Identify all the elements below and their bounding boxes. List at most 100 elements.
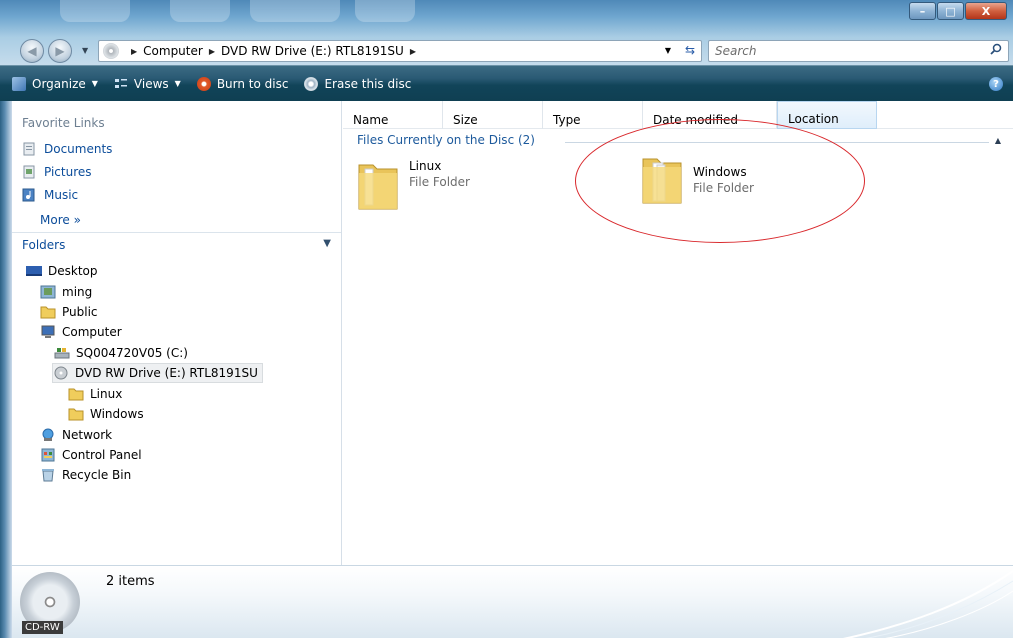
views-button[interactable]: Views ▼	[114, 77, 181, 91]
tree-item-dvd-drive[interactable]: DVD RW Drive (E:) RTL8191SU	[52, 363, 263, 383]
favorite-links-header: Favorite Links	[22, 116, 105, 130]
views-label: Views	[133, 76, 169, 91]
search-box	[708, 40, 1009, 62]
music-icon	[22, 188, 35, 202]
views-icon	[114, 78, 127, 88]
erase-disc-label: Erase this disc	[324, 76, 412, 91]
folder-icon	[358, 164, 398, 210]
tree-item-network[interactable]: Network	[40, 425, 112, 445]
tree-item-public[interactable]: Public	[40, 302, 98, 322]
recent-pages-chevron-down-icon[interactable]: ▼	[82, 46, 88, 55]
column-header-location[interactable]: Location	[777, 101, 877, 129]
drive-label: CD-RW	[22, 621, 63, 634]
file-type: File Folder	[409, 175, 470, 189]
address-row: ◀ ▶ ▼ ▶ Computer ▶ DVD RW Drive (E:) RTL…	[0, 37, 1013, 65]
tree-item-computer[interactable]: Computer	[40, 322, 122, 342]
details-pane: CD-RW 2 items	[12, 565, 1013, 638]
burn-disc-icon	[196, 76, 211, 91]
breadcrumb-dvd-drive[interactable]: DVD RW Drive (E:) RTL8191SU	[221, 44, 404, 58]
folder-icon	[68, 388, 84, 401]
tree-item-label: Windows	[90, 407, 144, 421]
cd-rw-drive-icon: CD-RW	[20, 572, 80, 638]
tree-item-c-drive[interactable]: SQ004720V05 (C:)	[54, 343, 188, 363]
tree-item-ming[interactable]: ming	[40, 282, 92, 302]
red-annotation-circle	[575, 119, 865, 243]
close-icon: X	[981, 4, 991, 18]
file-item-linux[interactable]: Linux File Folder	[357, 159, 470, 211]
minimize-button[interactable]: –	[909, 2, 936, 20]
organize-icon	[12, 76, 26, 91]
tree-item-label: Control Panel	[62, 448, 142, 462]
decorative-swoosh	[843, 570, 1013, 638]
erase-disc-button[interactable]: Erase this disc	[304, 76, 412, 91]
network-icon	[42, 428, 54, 441]
dvd-drive-icon	[54, 366, 68, 380]
collapse-chevron-up-icon[interactable]: ▲	[995, 136, 1001, 145]
window-left-frame	[0, 101, 12, 638]
erase-disc-icon	[304, 76, 319, 91]
chevron-down-icon: ▼	[174, 79, 181, 88]
tree-item-control-panel[interactable]: Control Panel	[40, 445, 142, 465]
favorite-link-documents[interactable]: Documents	[22, 142, 112, 156]
refresh-icon[interactable]: ⇆	[685, 43, 695, 57]
breadcrumb-computer[interactable]: Computer	[143, 44, 203, 58]
favorite-link-music[interactable]: Music	[22, 188, 78, 202]
breadcrumb-chevron-icon[interactable]: ▶	[131, 47, 137, 56]
desktop-icon	[26, 266, 42, 276]
favorite-link-label: Pictures	[44, 165, 92, 179]
column-header-type[interactable]: Type	[543, 101, 643, 129]
address-bar[interactable]: ▶ Computer ▶ DVD RW Drive (E:) RTL8191SU…	[98, 40, 702, 62]
tree-item-label: Computer	[62, 325, 122, 339]
tree-item-label: Recycle Bin	[62, 468, 132, 482]
computer-icon	[41, 325, 55, 338]
address-history-chevron-down-icon[interactable]: ▼	[665, 46, 671, 55]
tree-item-label: SQ004720V05 (C:)	[76, 346, 188, 360]
column-header-name[interactable]: Name	[343, 101, 443, 129]
maximize-icon: □	[945, 4, 956, 18]
burn-to-disc-button[interactable]: Burn to disc	[196, 76, 289, 91]
tree-item-windows[interactable]: Windows	[68, 404, 144, 424]
organize-button[interactable]: Organize ▼	[12, 76, 98, 91]
tree-item-label: ming	[62, 285, 93, 299]
maximize-button[interactable]: □	[937, 2, 964, 20]
glass-decoration	[250, 0, 340, 22]
breadcrumb-chevron-icon[interactable]: ▶	[410, 47, 416, 56]
favorite-link-label: Music	[44, 188, 79, 202]
file-list-pane: Name Size Type Date modified Location Fi…	[343, 101, 1013, 565]
navigation-pane: Favorite Links Documents Pictures Music …	[12, 101, 342, 565]
tree-item-recycle-bin[interactable]: Recycle Bin	[40, 465, 131, 485]
control-panel-icon	[41, 448, 55, 462]
forward-button[interactable]: ▶	[48, 39, 72, 63]
tree-item-label: Public	[62, 305, 98, 319]
hard-drive-icon	[54, 348, 70, 359]
folder-icon	[68, 408, 84, 421]
tree-item-desktop[interactable]: Desktop	[26, 261, 98, 281]
pictures-icon	[23, 165, 35, 179]
column-header-size[interactable]: Size	[443, 101, 543, 129]
close-button[interactable]: X	[965, 2, 1007, 20]
minimize-icon: –	[919, 4, 926, 18]
folders-header[interactable]: Folders ▼	[12, 232, 341, 256]
tree-item-linux[interactable]: Linux	[68, 384, 122, 404]
help-icon[interactable]: ?	[989, 77, 1003, 91]
glass-decoration	[170, 0, 230, 22]
burn-to-disc-label: Burn to disc	[216, 76, 289, 91]
item-count: 2 items	[106, 574, 155, 589]
tree-item-label: Linux	[90, 387, 123, 401]
favorite-link-pictures[interactable]: Pictures	[22, 165, 92, 179]
more-links[interactable]: More »	[40, 213, 81, 227]
glass-decoration	[60, 0, 130, 22]
glass-decoration	[355, 0, 415, 22]
search-icon[interactable]	[990, 43, 1002, 55]
dvd-drive-icon	[103, 43, 119, 59]
forward-arrow-icon: ▶	[55, 44, 65, 58]
file-item-text: Linux File Folder	[409, 159, 470, 189]
command-toolbar: Organize ▼ Views ▼ Burn to disc Erase th…	[0, 65, 1013, 101]
group-header[interactable]: Files Currently on the Disc (2)	[357, 133, 535, 147]
search-input[interactable]	[715, 41, 975, 61]
back-arrow-icon: ◀	[27, 44, 37, 58]
chevron-down-icon[interactable]: ▼	[323, 238, 331, 249]
breadcrumb-chevron-icon[interactable]: ▶	[209, 47, 215, 56]
recycle-bin-icon	[42, 469, 54, 482]
back-button[interactable]: ◀	[20, 39, 44, 63]
